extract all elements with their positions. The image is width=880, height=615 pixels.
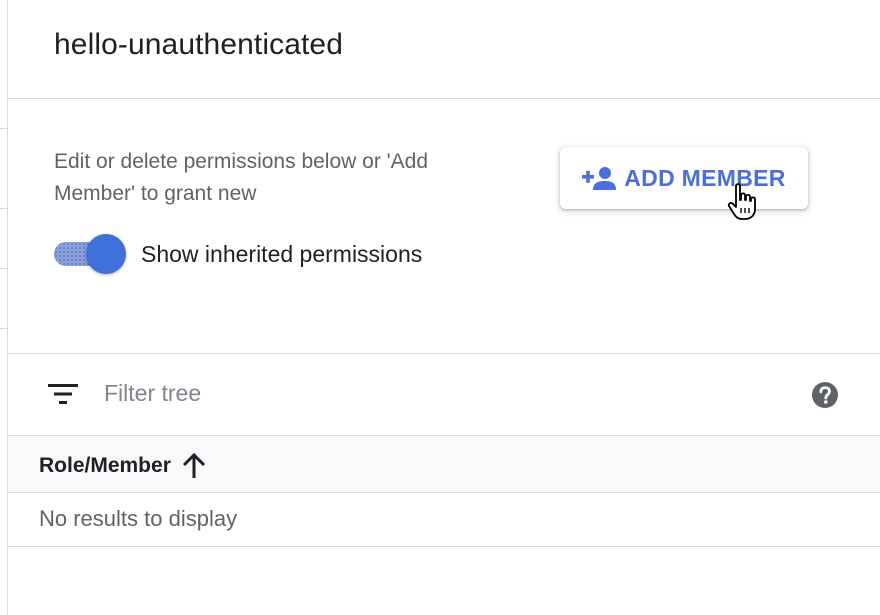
row-divider — [0, 208, 7, 209]
row-divider — [0, 268, 7, 269]
panel-header: hello-unauthenticated — [8, 0, 880, 99]
add-member-button[interactable]: ADD MEMBER — [560, 147, 808, 209]
permissions-panel: hello-unauthenticated Edit or delete per… — [8, 0, 880, 615]
person-add-icon — [582, 167, 617, 190]
role-member-column-header[interactable]: Role/Member — [39, 452, 207, 480]
hand-pointer-cursor-icon — [727, 183, 756, 220]
left-panel-edge — [0, 0, 8, 615]
panel-title: hello-unauthenticated — [54, 28, 343, 61]
arrow-upward-icon — [182, 452, 205, 478]
row-divider — [0, 328, 7, 329]
table-bottom-divider — [8, 546, 880, 547]
row-divider — [0, 128, 7, 129]
help-icon[interactable] — [810, 380, 840, 410]
toggle-thumb — [86, 234, 126, 274]
filter-tree-input[interactable] — [104, 376, 704, 410]
section-divider — [8, 353, 880, 354]
no-results-text: No results to display — [39, 506, 238, 531]
table-header: Role/Member — [8, 435, 880, 493]
show-inherited-label: Show inherited permissions — [141, 241, 423, 267]
show-inherited-toggle[interactable] — [54, 234, 128, 274]
filter-list-icon — [48, 384, 78, 404]
permissions-description: Edit or delete permissions below or 'Add… — [54, 150, 429, 205]
role-member-column-label: Role/Member — [39, 454, 171, 477]
